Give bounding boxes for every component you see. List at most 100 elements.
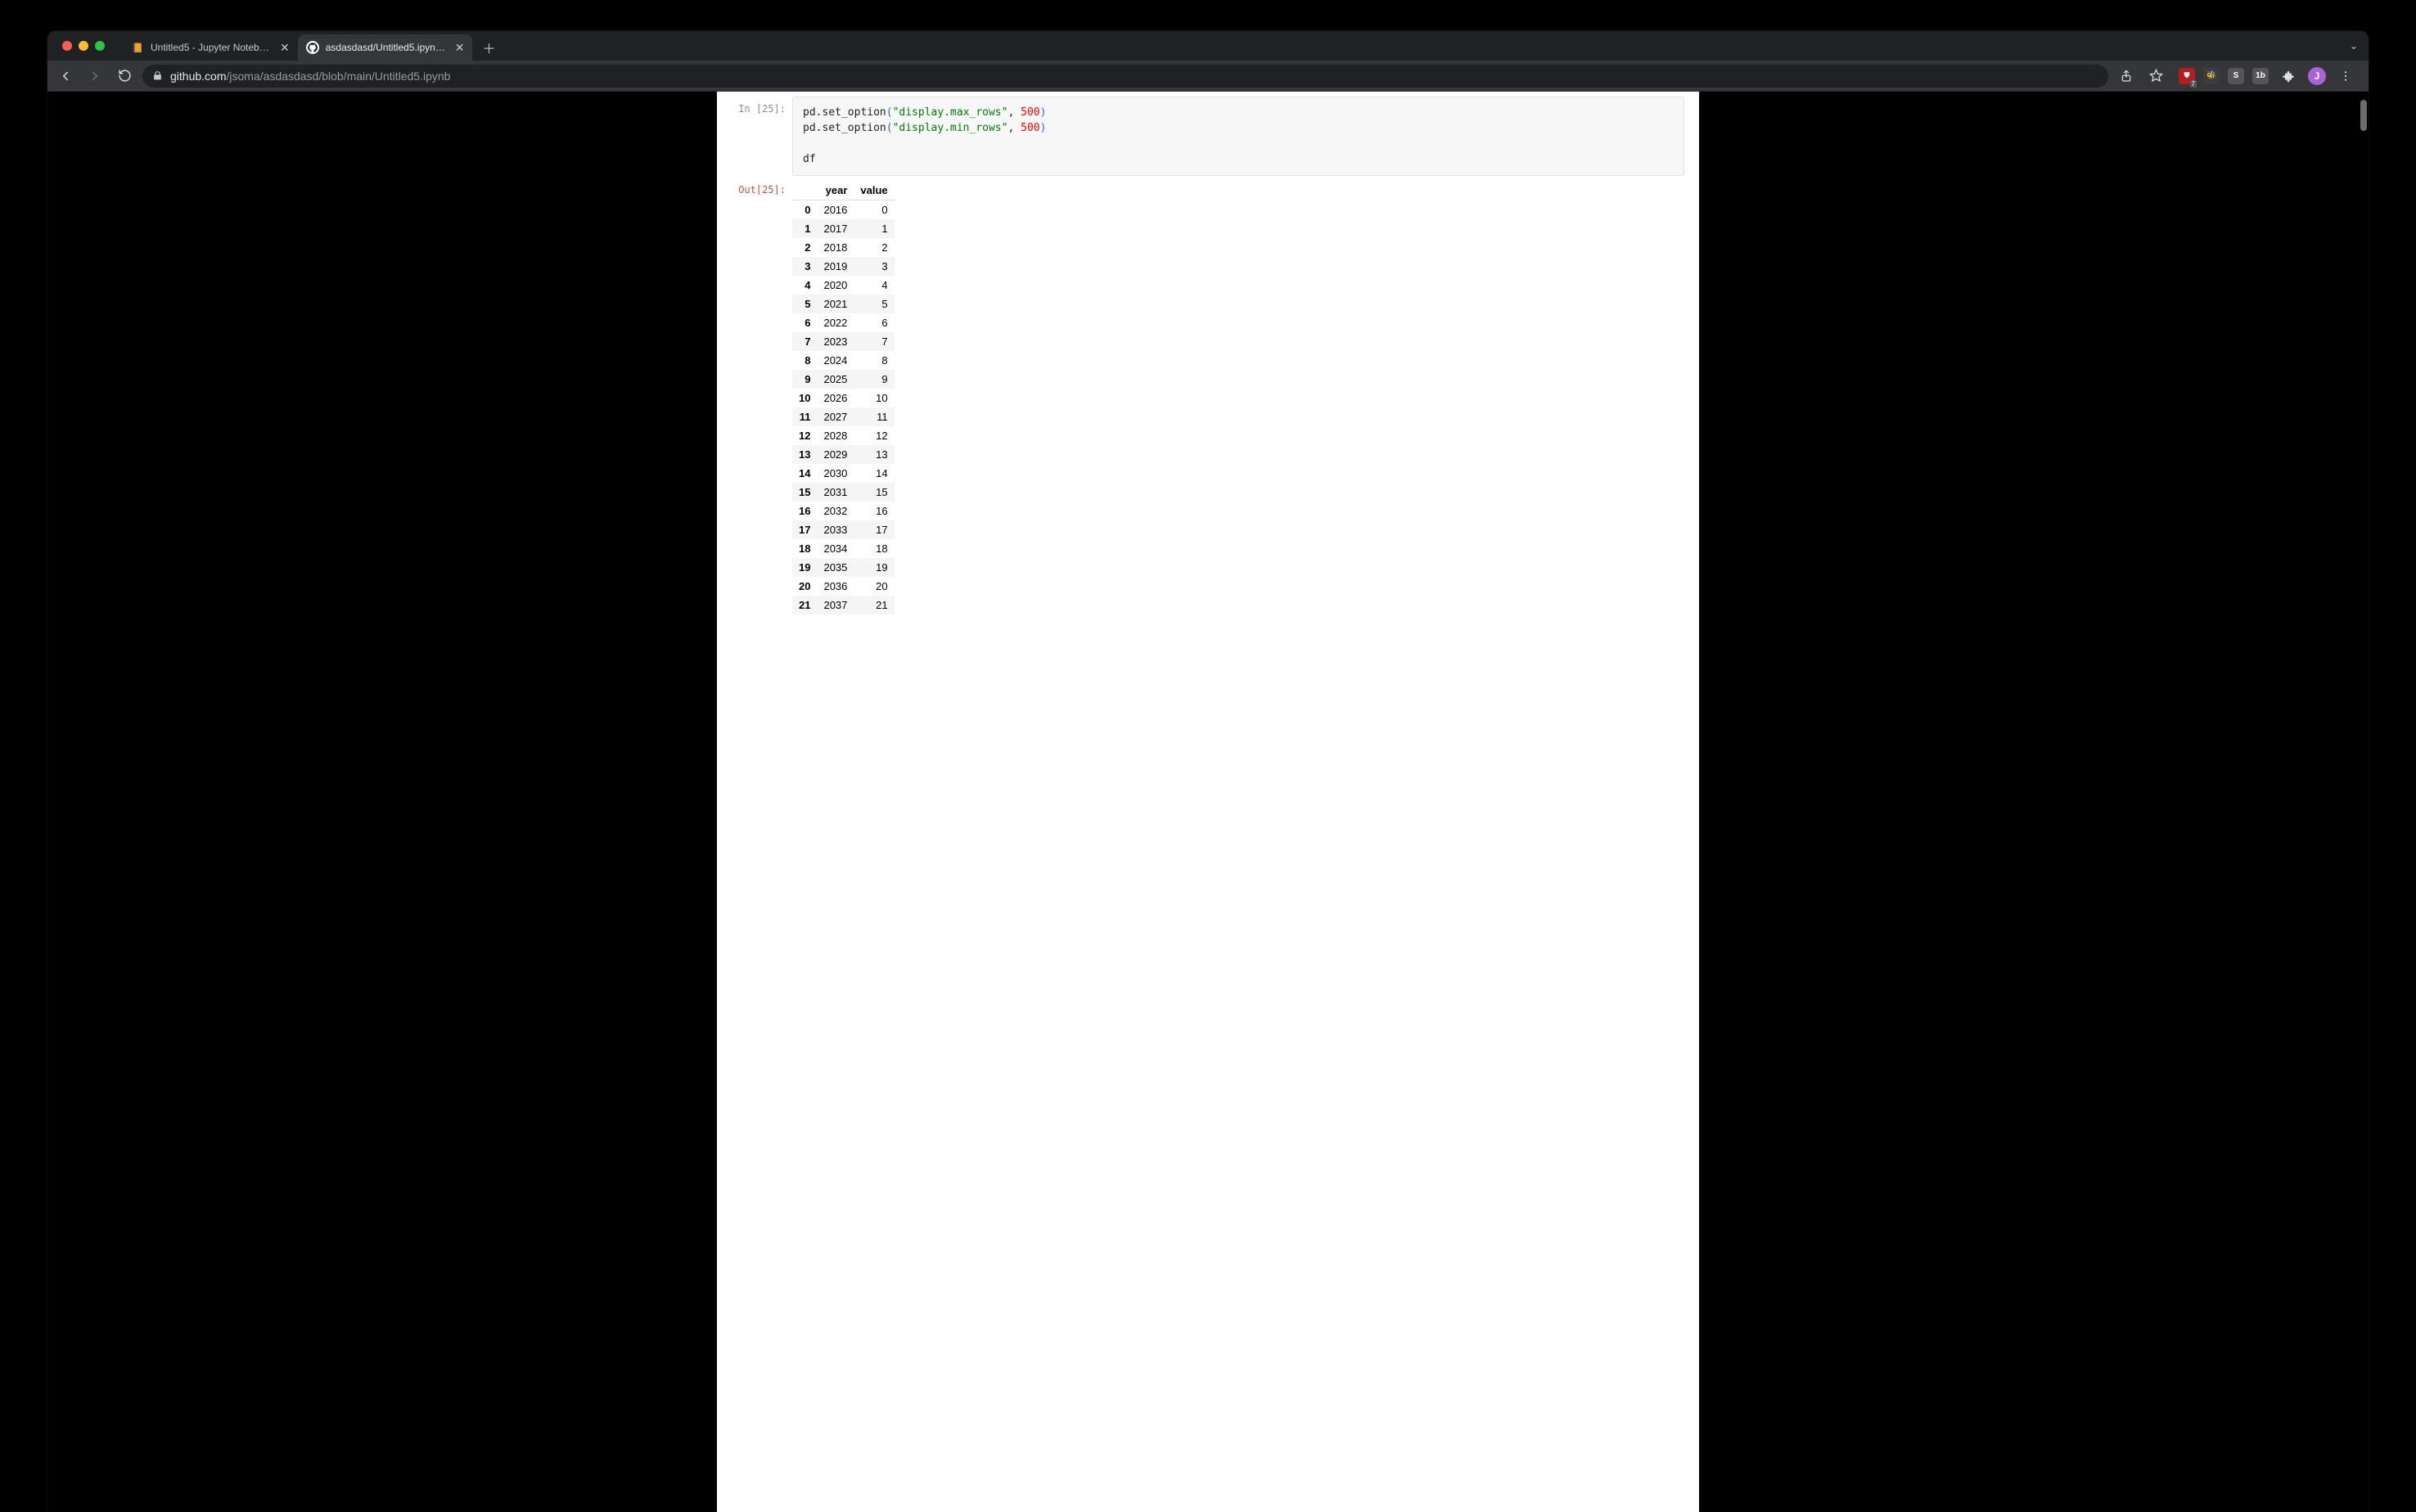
row-index: 12 [792,426,817,445]
table-row: 12202812 [792,426,895,445]
cell-value: 9 [854,370,894,389]
table-row: 18203418 [792,539,895,558]
table-corner [792,181,817,200]
row-index: 17 [792,520,817,539]
extension-icon[interactable]: 1b [2252,68,2269,84]
row-index: 15 [792,483,817,502]
table-row: 520215 [792,295,895,313]
extension-icon[interactable]: 🐝 [2203,68,2220,84]
cell-value: 6 [854,313,894,332]
extensions-puzzle-icon[interactable] [2277,65,2300,88]
extension-icon[interactable]: S [2228,68,2244,84]
scrollbar-thumb[interactable] [2360,100,2367,131]
browser-tab[interactable]: asdasdasd/Untitled5.ipynb at m ✕ [298,34,473,61]
table-row: 320193 [792,257,895,276]
code-block: pd.set_option("display.max_rows", 500) p… [792,97,1684,176]
cell-year: 2036 [817,577,854,596]
address-bar[interactable]: github.com/jsoma/asdasdasd/blob/main/Unt… [142,65,2108,88]
table-row: 620226 [792,313,895,332]
row-index: 6 [792,313,817,332]
notebook-output-cell: Out[25]: year value 02016012017122018232… [717,181,1699,614]
output-prompt-label: Out[25]: [717,181,792,614]
row-index: 11 [792,407,817,426]
window-controls [57,31,123,61]
row-index: 1 [792,219,817,238]
cell-value: 17 [854,520,894,539]
tab-favicon: 📙 [131,41,144,54]
cell-value: 0 [854,200,894,220]
cell-year: 2023 [817,332,854,351]
cell-value: 7 [854,332,894,351]
table-row: 21203721 [792,596,895,614]
column-header: value [854,181,894,200]
column-header: year [817,181,854,200]
new-tab-button[interactable]: ＋ [477,36,500,59]
tab-title: asdasdasd/Untitled5.ipynb at m [326,42,448,53]
cell-value: 15 [854,483,894,502]
cell-year: 2031 [817,483,854,502]
cell-value: 5 [854,295,894,313]
cell-value: 13 [854,445,894,464]
cell-value: 16 [854,502,894,520]
cell-year: 2017 [817,219,854,238]
cell-year: 2034 [817,539,854,558]
cell-year: 2032 [817,502,854,520]
scrollbar-track[interactable] [2359,92,2367,1512]
cell-value: 12 [854,426,894,445]
table-row: 10202610 [792,389,895,407]
cell-year: 2024 [817,351,854,370]
back-button[interactable] [54,65,77,88]
row-index: 4 [792,276,817,295]
tab-close-icon[interactable]: ✕ [455,42,465,53]
tabs-overflow-button[interactable]: ⌄ [2339,31,2369,61]
bookmark-star-icon[interactable] [2144,65,2167,88]
row-index: 9 [792,370,817,389]
cell-value: 10 [854,389,894,407]
row-index: 14 [792,464,817,483]
close-window-button[interactable] [62,41,72,51]
table-row: 19203519 [792,558,895,577]
table-row: 720237 [792,332,895,351]
table-row: 420204 [792,276,895,295]
tab-strip: 📙 Untitled5 - Jupyter Notebook ✕ asdasda… [47,31,2369,61]
table-row: 13202913 [792,445,895,464]
cell-year: 2027 [817,407,854,426]
cell-year: 2025 [817,370,854,389]
tab-favicon [306,41,319,54]
page-viewport[interactable]: In [25]: pd.set_option("display.max_rows… [47,92,2369,1512]
row-index: 13 [792,445,817,464]
ublock-extension-icon[interactable]: ⛊ 7 [2179,68,2195,84]
minimize-window-button[interactable] [79,41,88,51]
cell-year: 2022 [817,313,854,332]
tab-title: Untitled5 - Jupyter Notebook [151,42,273,53]
cell-year: 2037 [817,596,854,614]
reload-button[interactable] [113,65,136,88]
browser-tab[interactable]: 📙 Untitled5 - Jupyter Notebook ✕ [123,34,298,61]
cell-value: 19 [854,558,894,577]
menu-kebab-icon[interactable] [2334,65,2357,88]
maximize-window-button[interactable] [95,41,105,51]
forward-button[interactable] [83,65,106,88]
cell-value: 2 [854,238,894,257]
table-row: 120171 [792,219,895,238]
notebook-input-cell: In [25]: pd.set_option("display.max_rows… [717,92,1699,176]
cell-year: 2026 [817,389,854,407]
cell-value: 11 [854,407,894,426]
cell-year: 2029 [817,445,854,464]
cell-year: 2020 [817,276,854,295]
page-content: In [25]: pd.set_option("display.max_rows… [717,92,1699,1512]
dataframe-table: year value 02016012017122018232019342020… [792,181,895,614]
table-row: 11202711 [792,407,895,426]
row-index: 7 [792,332,817,351]
table-row: 14203014 [792,464,895,483]
row-index: 3 [792,257,817,276]
cell-value: 18 [854,539,894,558]
tab-close-icon[interactable]: ✕ [280,42,290,53]
table-row: 920259 [792,370,895,389]
cell-value: 14 [854,464,894,483]
row-index: 16 [792,502,817,520]
table-row: 16203216 [792,502,895,520]
row-index: 5 [792,295,817,313]
share-button[interactable] [2115,65,2138,88]
profile-avatar[interactable]: J [2308,67,2326,85]
